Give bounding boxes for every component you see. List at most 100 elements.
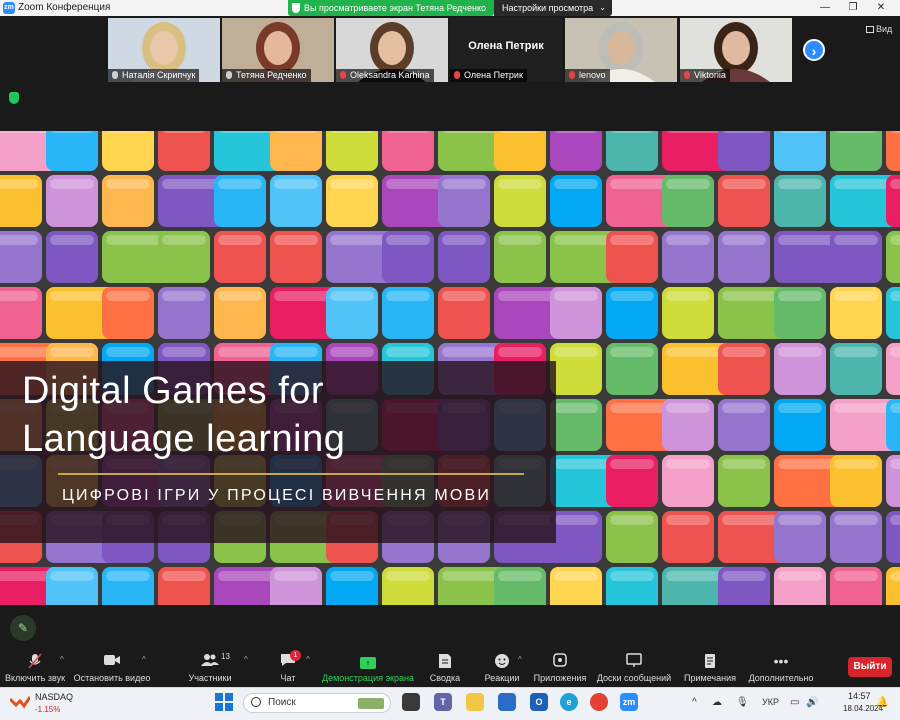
mosaic-block-highlight [722, 459, 766, 469]
summary-label: Сводка [429, 673, 461, 683]
next-page-button[interactable]: › [803, 39, 825, 61]
teams-icon[interactable]: T [434, 693, 452, 711]
apps-button[interactable]: Приложения [532, 649, 588, 687]
stock-widget-change: -1.15% [35, 705, 61, 714]
mic-icon [112, 71, 118, 79]
microphone-tray-icon[interactable]: 🎙 [736, 697, 749, 708]
mosaic-block [830, 131, 882, 171]
mic-muted-icon [454, 71, 460, 79]
clock-time[interactable]: 14:57 [848, 691, 871, 701]
unmute-button[interactable]: ^ Включить звук [2, 649, 68, 687]
mosaic-block-highlight [274, 571, 318, 581]
participants-label: Участники [188, 673, 232, 683]
mosaic-block-highlight [442, 179, 486, 189]
search-icon [251, 697, 261, 707]
slide-title-line-1: Digital Games for [22, 370, 325, 412]
participant-tile[interactable]: Олена Петрик Олена Петрик [450, 18, 562, 82]
windows-start-button[interactable] [215, 693, 233, 711]
mosaic-block-highlight [834, 571, 878, 581]
mosaic-block-highlight [387, 131, 429, 133]
shared-screen: Digital Games for Language learning ЦИФР… [0, 131, 900, 605]
mosaic-block [550, 131, 602, 171]
mosaic-block-highlight [275, 131, 317, 133]
annotate-pencil-icon[interactable]: ✎ [10, 615, 36, 641]
caret-up-icon[interactable]: ^ [142, 655, 146, 664]
mosaic-block-highlight [722, 235, 766, 245]
leave-meeting-button[interactable]: Выйти [848, 657, 892, 677]
security-shield-icon[interactable] [9, 92, 19, 104]
whiteboard-icon [626, 653, 642, 670]
mosaic-block-highlight [890, 403, 900, 413]
participant-tile[interactable]: lenovo [565, 18, 677, 82]
participants-button[interactable]: 13 ^ Участники [178, 649, 248, 687]
mosaic-block [158, 131, 210, 171]
caret-up-icon[interactable]: ^ [518, 655, 522, 664]
minimize-button[interactable]: — [810, 0, 840, 16]
chrome-icon[interactable] [590, 693, 608, 711]
participant-tile[interactable]: Oleksandra Karhina [336, 18, 448, 82]
whiteboards-button[interactable]: Доски сообщений [594, 649, 674, 687]
screen-share-banner: Вы просматриваете экран Тетяна Редченко [288, 0, 494, 16]
view-label: Вид [876, 24, 893, 34]
mosaic-block-highlight [666, 179, 710, 189]
mosaic-block-highlight [554, 571, 598, 581]
mosaic-block-highlight [162, 291, 206, 301]
reactions-button[interactable]: ^ Реакции [480, 649, 524, 687]
summary-button[interactable]: Сводка [424, 649, 466, 687]
view-button[interactable]: Вид [866, 24, 892, 34]
stop-video-button[interactable]: ^ Остановить видео [72, 649, 152, 687]
mosaic-block-highlight [499, 131, 541, 133]
notes-button[interactable]: Примечания [680, 649, 740, 687]
caret-up-icon[interactable]: ^ [60, 655, 64, 664]
mosaic-block-highlight [386, 571, 430, 581]
cloud-icon[interactable]: ☁ [712, 697, 722, 708]
mosaic-block-highlight [666, 291, 710, 301]
smiley-icon [494, 653, 510, 672]
task-view-icon[interactable] [402, 693, 420, 711]
speaker-icon[interactable]: 🔊 [806, 697, 818, 708]
mosaic-block-highlight [778, 515, 822, 525]
participant-tile[interactable]: Тетяна Редченко [222, 18, 334, 82]
stock-widget-name[interactable]: NASDAQ [35, 692, 73, 702]
stock-widget-icon[interactable] [10, 695, 30, 709]
share-screen-label: Демонстрация экрана [322, 673, 414, 683]
view-settings-button[interactable]: Настройки просмотра ⌄ [494, 0, 612, 16]
mosaic-block-highlight [162, 571, 206, 581]
notification-bell-icon[interactable]: 🔔 [876, 697, 888, 708]
file-explorer-icon[interactable] [466, 693, 484, 711]
mosaic-block-highlight [778, 291, 822, 301]
restore-button[interactable]: ❐ [838, 0, 868, 16]
more-button[interactable]: ••• Дополнительно [746, 649, 816, 687]
mosaic-block-highlight [330, 291, 374, 301]
mosaic-block-highlight [610, 235, 654, 245]
outlook-icon[interactable]: O [530, 693, 548, 711]
mosaic-block-highlight [610, 459, 654, 469]
mosaic-block [494, 131, 546, 171]
input-language[interactable]: УКР [762, 697, 779, 707]
share-screen-button[interactable]: ↑ Демонстрация экрана [322, 649, 414, 687]
network-icon[interactable]: ▭ [790, 697, 799, 708]
participant-tile[interactable]: Наталія Скрипчук [108, 18, 220, 82]
mosaic-block [718, 131, 770, 171]
apps-label: Приложения [533, 673, 587, 683]
chat-button[interactable]: 1 ^ Чат [266, 649, 310, 687]
caret-up-icon[interactable]: ^ [244, 655, 248, 664]
store-icon[interactable] [498, 693, 516, 711]
participant-name: Oleksandra Karhina [336, 69, 434, 82]
tray-chevron-up-icon[interactable]: ^ [692, 697, 697, 708]
share-screen-icon: ↑ [360, 653, 376, 669]
edge-icon[interactable]: e [560, 693, 578, 711]
notes-label: Примечания [684, 673, 736, 683]
mosaic-block-highlight [778, 571, 822, 581]
close-button[interactable]: ✕ [866, 0, 896, 16]
mosaic-block [382, 131, 434, 171]
zoom-taskbar-icon[interactable]: zm [620, 693, 638, 711]
mosaic-block-highlight [555, 131, 597, 133]
mosaic-block-highlight [890, 179, 900, 189]
caret-up-icon[interactable]: ^ [306, 655, 310, 664]
mosaic-block-highlight [666, 515, 710, 525]
mosaic-block-highlight [331, 131, 373, 133]
mic-muted-icon [28, 653, 42, 672]
participant-tile[interactable]: Viktoriia [680, 18, 792, 82]
taskbar-search-input[interactable]: Поиск [243, 693, 391, 713]
